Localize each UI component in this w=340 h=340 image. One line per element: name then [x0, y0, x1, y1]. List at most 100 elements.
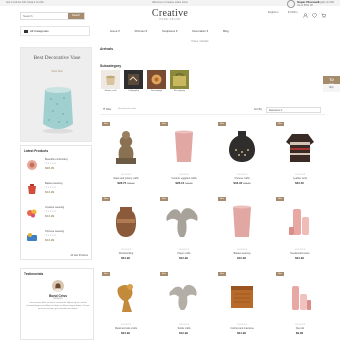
rating-stars: ★★★★★: [120, 249, 132, 251]
sort-label: Sort By:: [254, 108, 263, 111]
product-name: Basket weaving: [45, 182, 63, 185]
new-badge: New: [218, 272, 226, 276]
search-input[interactable]: [23, 13, 68, 19]
new-badge: New: [160, 122, 168, 126]
menu-item-home[interactable]: Home ▾: [110, 26, 120, 36]
new-badge: New: [102, 197, 110, 201]
product-card[interactable]: New ★★★★★ Metal and wire crafts $24.99: [100, 270, 152, 340]
product-image: [282, 278, 318, 316]
subcategory-item[interactable]: Decoupage: [147, 70, 167, 96]
super-discount: Super Discount Up to 50% off: [287, 0, 332, 11]
rating-stars: ★★★★★: [120, 324, 132, 326]
product-name: Woodworking: [118, 252, 134, 255]
price-current: $28.10: [175, 181, 185, 185]
currency-select[interactable]: $ USD ▾: [288, 11, 298, 14]
subcategory-label: Decoupage: [150, 90, 163, 92]
list-item[interactable]: Chinese weaving ★★★★★ $12.99: [23, 227, 83, 249]
price-current: $24.99: [237, 331, 246, 335]
product-thumb: [27, 233, 37, 241]
product-card[interactable]: New ★★★★★ Textile crafts $12.99: [158, 270, 210, 340]
product-card[interactable]: New ★★★★★ Dye kits $9.99: [274, 270, 326, 340]
testimonials-title: Testimonials: [24, 272, 44, 276]
product-card[interactable]: New ★★★★★ Chinese crafts $33.00$38.00: [216, 120, 268, 190]
product-card[interactable]: New ★★★★★ Leather work $33.00: [274, 120, 326, 190]
price-old: $32.00: [127, 182, 135, 185]
filter-bar: ☰ Filter Showing all results Sort By: Re…: [100, 106, 325, 115]
logo-title: Creative: [151, 8, 189, 19]
subcategory-label: Eco dyeing: [174, 90, 185, 92]
product-name: Crochet and macrame: [230, 327, 254, 330]
search-button[interactable]: Search: [68, 13, 84, 19]
product-card[interactable]: New ★★★★★ Needlecraft series $24.99: [274, 195, 326, 265]
price-current: $33.00: [295, 181, 304, 185]
product-price: $33.00: [274, 181, 326, 185]
sort-select[interactable]: Relevance ▾: [266, 107, 321, 113]
filter-button[interactable]: ☰ Filter: [103, 108, 112, 111]
new-badge: New: [160, 272, 168, 276]
product-card[interactable]: New ★★★★★ Woodworking $24.99: [100, 195, 152, 265]
rating-stars: ★★★★★: [236, 249, 248, 251]
all-categories-button[interactable]: All Categories: [20, 26, 90, 36]
avatar: [52, 280, 64, 292]
new-badge: New: [218, 197, 226, 201]
product-image: [166, 203, 202, 241]
menu-item-decoration[interactable]: Decoration ▾: [192, 26, 208, 36]
product-card[interactable]: New ★★★★★ Crochet and macrame $24.99: [216, 270, 268, 340]
product-image: [166, 128, 202, 166]
menu-item-pictures[interactable]: Pictures ▾: [135, 26, 147, 36]
menu-item-sculptures[interactable]: Sculptures ▾: [162, 26, 177, 36]
list-item[interactable]: Creative weaving ★★★★★ $12.99: [23, 203, 83, 225]
vase-image: [43, 87, 73, 134]
currency-label: $ USD: [288, 11, 296, 14]
new-badge: New: [276, 197, 284, 201]
search-box[interactable]: Search: [20, 12, 85, 20]
menu-item-blog[interactable]: Blog: [223, 26, 229, 36]
rating-stars: ★★★★★: [294, 249, 306, 251]
list-item[interactable]: Beautiful embroidery ★★★★★ $28.00: [23, 155, 83, 177]
product-name: Paper crafts: [177, 252, 191, 255]
product-image: [166, 278, 202, 316]
main-nav: All Categories Home ▾ Pictures ▾ Sculptu…: [20, 26, 325, 36]
product-price: $12.99: [216, 256, 268, 260]
language-select[interactable]: English ▾: [268, 11, 279, 14]
product-image: [224, 128, 260, 166]
product-image: [282, 203, 318, 241]
logo[interactable]: Creative HOME DECOR: [140, 9, 200, 22]
subcategory-item[interactable]: Eco dyeing: [170, 70, 190, 96]
all-products-link[interactable]: All New Products: [71, 255, 89, 257]
new-badge: New: [276, 272, 284, 276]
rating-stars: ★★★★★: [178, 249, 190, 251]
subcategory-item[interactable]: Shaker craft: [101, 70, 121, 96]
subcategory-item[interactable]: Calligraphy: [124, 70, 144, 96]
product-price: $24.99: [216, 331, 268, 335]
banner-button[interactable]: Shop Now: [46, 70, 68, 74]
product-name: Metal and wire crafts: [114, 327, 138, 330]
cart-icon[interactable]: [321, 13, 326, 18]
product-price: $12.99: [45, 238, 55, 242]
testimonial-role: Designer: [53, 298, 63, 300]
product-price: $12.99: [158, 256, 210, 260]
breadcrumb[interactable]: Home / Arrivals: [100, 40, 300, 43]
list-item[interactable]: Basket weaving ★★★★★ $12.99: [23, 179, 83, 201]
floating-compare[interactable]: Buy: [323, 84, 340, 92]
promo-banner[interactable]: Best Decorative Vase Shop Now: [20, 47, 92, 142]
product-card[interactable]: New ★★★★★ Glass and pottery crafts $28.70$3…: [100, 120, 152, 190]
price-current: $28.70: [117, 181, 127, 185]
product-card[interactable]: New ★★★★★ Ceramic eggplant crafts $28.10$32…: [158, 120, 210, 190]
price-current: $12.99: [179, 331, 188, 335]
subcategory-title: Subcategory: [100, 64, 122, 68]
product-card[interactable]: New ★★★★★ Paper crafts $12.99: [158, 195, 210, 265]
rating-stars: ★★★★★: [294, 174, 306, 176]
price-current: $24.99: [121, 256, 130, 260]
rating-stars: ★★★★★: [178, 174, 190, 176]
heart-icon[interactable]: [312, 13, 317, 18]
price-current: $12.99: [237, 256, 246, 260]
user-icon[interactable]: [303, 13, 308, 18]
price-current: $24.99: [295, 256, 304, 260]
menu-label: Blog: [223, 29, 229, 33]
product-price: $24.99: [100, 256, 152, 260]
product-thumb: [27, 160, 37, 170]
product-card[interactable]: New ★★★★★ Basket weaving $12.99: [216, 195, 268, 265]
product-price: $24.99: [274, 256, 326, 260]
cart-icon: [329, 78, 334, 81]
